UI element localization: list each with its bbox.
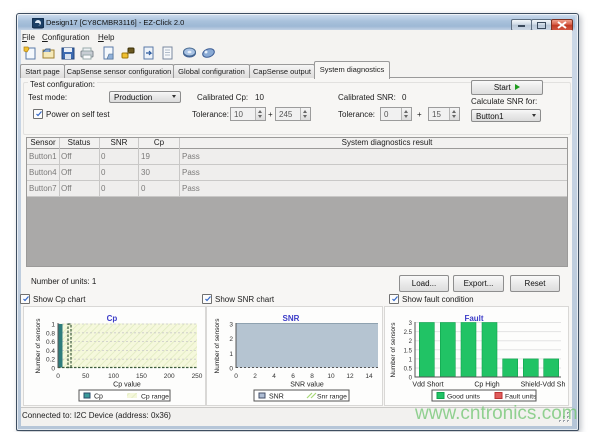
svg-text:Cp: Cp — [94, 394, 103, 401]
svg-text:0: 0 — [51, 366, 55, 373]
svg-text:0.6: 0.6 — [46, 339, 55, 346]
svg-text:0.8: 0.8 — [46, 330, 55, 337]
svg-text:Cp: Cp — [107, 314, 118, 323]
svg-text:Number of sensors: Number of sensors — [390, 322, 397, 378]
svg-text:200: 200 — [164, 373, 175, 380]
svg-text:2: 2 — [253, 373, 257, 380]
svg-text:3: 3 — [409, 321, 413, 327]
svg-text:Number of sensors: Number of sensors — [214, 318, 221, 374]
svg-text:Fault units: Fault units — [505, 394, 537, 401]
svg-text:Shield-Vdd Sh: Shield-Vdd Sh — [521, 382, 566, 389]
svg-text:1.5: 1.5 — [404, 348, 413, 354]
svg-text:6: 6 — [291, 373, 295, 380]
svg-text:150: 150 — [136, 373, 147, 380]
svg-text:10: 10 — [327, 373, 335, 380]
svg-text:0.2: 0.2 — [46, 357, 55, 364]
svg-text:SNR: SNR — [283, 314, 300, 323]
svg-text:2.5: 2.5 — [404, 330, 413, 336]
svg-text:4: 4 — [272, 373, 276, 380]
svg-text:0: 0 — [229, 366, 233, 373]
svg-text:1: 1 — [409, 357, 413, 363]
svg-text:14: 14 — [365, 373, 373, 380]
svg-text:3: 3 — [229, 322, 233, 329]
svg-text:50: 50 — [82, 373, 90, 380]
svg-text:0: 0 — [234, 373, 238, 380]
svg-text:Number of sensors: Number of sensors — [35, 318, 42, 374]
svg-text:12: 12 — [346, 373, 354, 380]
svg-text:250: 250 — [192, 373, 203, 380]
svg-text:Cp value: Cp value — [113, 382, 141, 389]
svg-text:2: 2 — [409, 339, 413, 345]
svg-text:Cp High: Cp High — [474, 382, 499, 389]
svg-text:2: 2 — [229, 336, 233, 343]
svg-text:1: 1 — [51, 322, 55, 329]
svg-text:Good units: Good units — [447, 394, 480, 401]
svg-text:Vdd Short: Vdd Short — [412, 382, 443, 389]
svg-text:1: 1 — [229, 351, 233, 358]
svg-text:SNR value: SNR value — [290, 382, 324, 389]
svg-text:0.4: 0.4 — [46, 348, 55, 355]
svg-text:SNR: SNR — [269, 394, 284, 401]
svg-text:0.5: 0.5 — [404, 367, 413, 373]
svg-text:100: 100 — [108, 373, 119, 380]
svg-text:Fault: Fault — [464, 314, 483, 323]
svg-text:Cp range: Cp range — [141, 394, 169, 401]
svg-text:8: 8 — [310, 373, 314, 380]
svg-text:0: 0 — [56, 373, 60, 380]
svg-text:Snr range: Snr range — [317, 394, 347, 401]
